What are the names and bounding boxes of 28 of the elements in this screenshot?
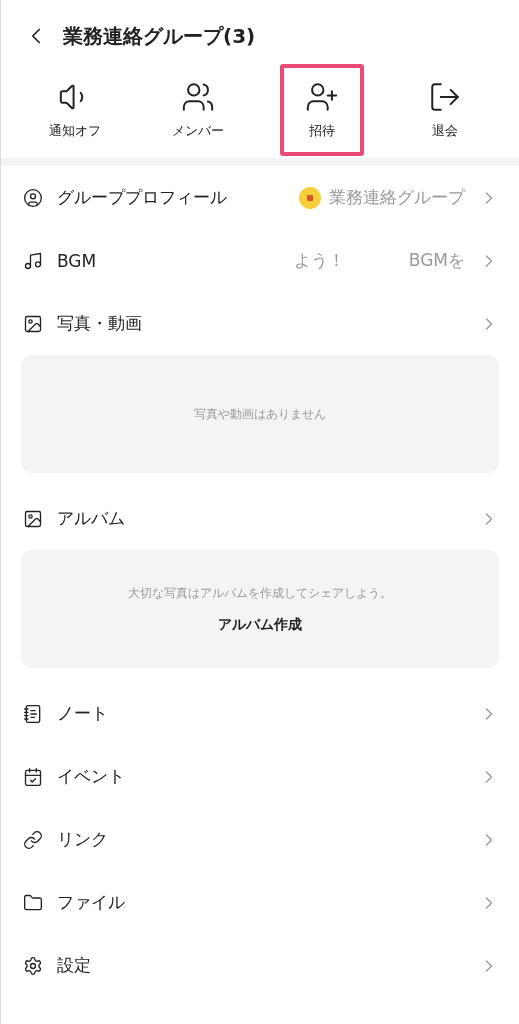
settings-icon <box>23 955 43 976</box>
menu-label[interactable]: イベント <box>57 765 465 788</box>
album-icon <box>23 508 43 529</box>
menu-label[interactable]: アルバム <box>57 507 465 530</box>
note-icon <box>23 703 43 724</box>
photos-icon <box>23 313 43 334</box>
menu-label[interactable]: 設定 <box>57 954 465 977</box>
invite-icon <box>304 80 339 114</box>
action-button[interactable]: 退会 <box>403 64 487 156</box>
action-button[interactable]: メンバー <box>156 64 240 156</box>
action-button[interactable]: 通知オフ <box>33 64 117 156</box>
action-button[interactable]: 招待 <box>280 64 364 156</box>
menu-label[interactable]: グループプロフィール <box>57 186 285 209</box>
menu-label[interactable]: ノート <box>57 702 465 725</box>
members-icon <box>181 80 216 114</box>
create-album-button[interactable]: アルバム作成 <box>218 615 302 634</box>
menu-label[interactable]: リンク <box>57 828 465 851</box>
menu-value: BGMを <box>408 249 465 272</box>
menu-value: よう！ <box>293 249 345 272</box>
profile-icon <box>23 187 43 208</box>
card-message: 大切な写真はアルバムを作成してシェアしよう。 <box>128 584 392 602</box>
menu-value: 業務連絡グループ <box>329 186 465 209</box>
group-title: 業務連絡グループ(3) <box>63 22 256 50</box>
menu-label[interactable]: BGM <box>57 250 280 271</box>
link-icon <box>23 829 43 850</box>
card-message: 写真や動画はありません <box>194 405 326 423</box>
menu-label[interactable]: ファイル <box>57 891 465 914</box>
menu-label[interactable]: 写真・動画 <box>57 312 465 335</box>
